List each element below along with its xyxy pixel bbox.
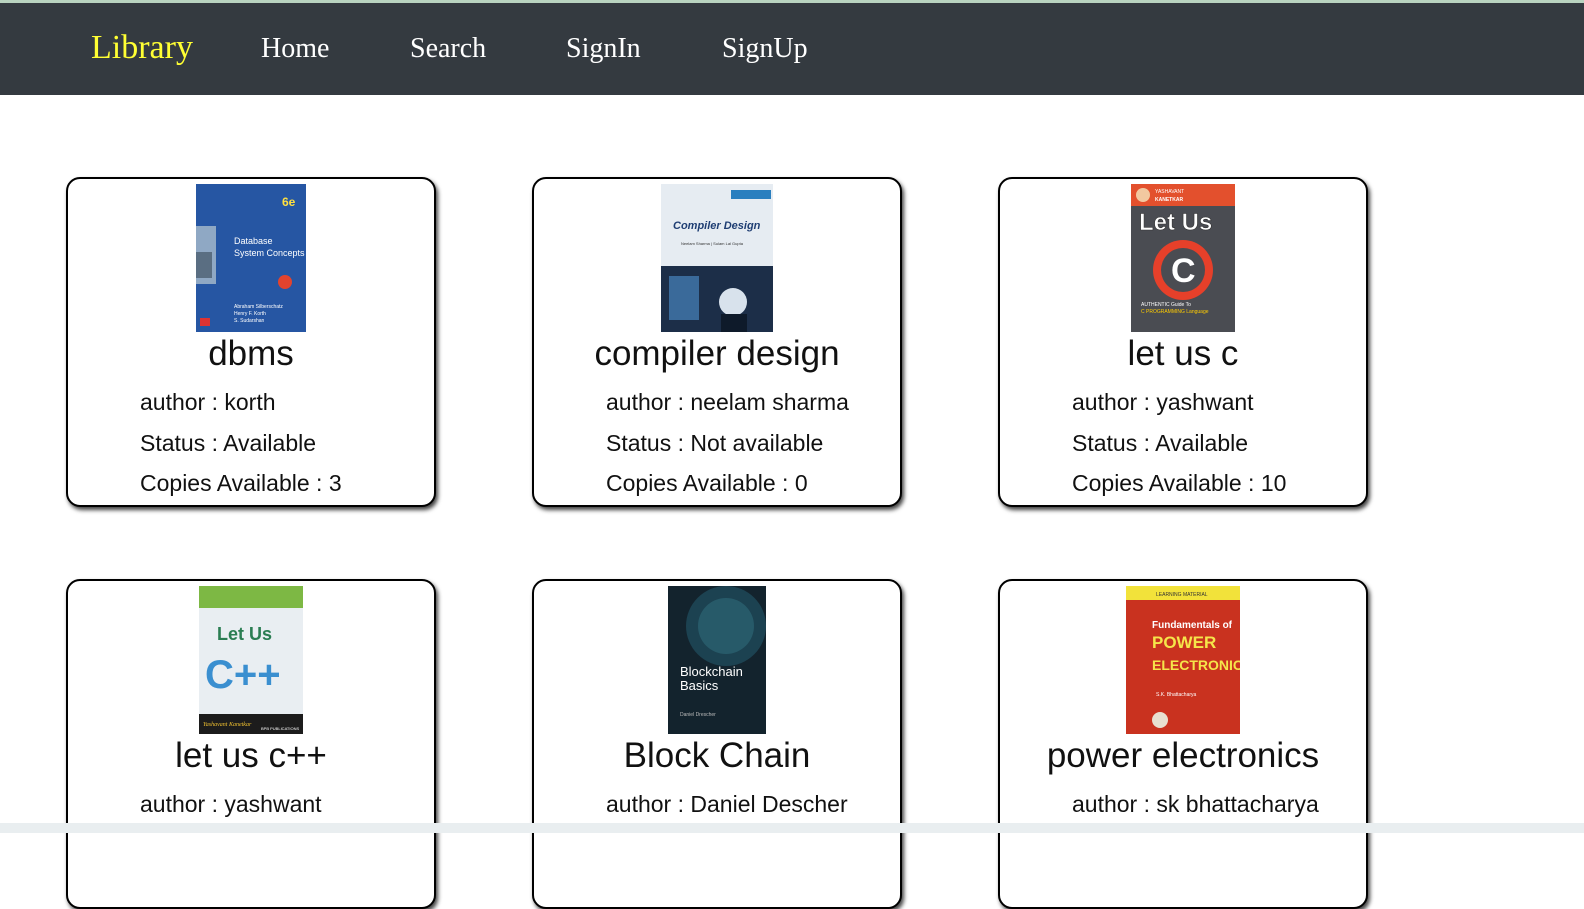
svg-text:Henry F. Korth: Henry F. Korth <box>234 311 266 317</box>
book-title: let us c <box>1127 334 1239 373</box>
svg-text:Daniel Drescher: Daniel Drescher <box>680 712 716 718</box>
svg-text:ELECTRONICS: ELECTRONICS <box>1152 657 1240 673</box>
book-copies: Copies Available : 0 <box>606 470 808 496</box>
nav-signup-link[interactable]: SignUp <box>722 33 808 65</box>
svg-text:Let Us: Let Us <box>1139 209 1212 236</box>
book-title: power electronics <box>1046 736 1320 775</box>
book-cover-let-us-c: YASHAVANT KANETKAR Let Us C AUTHENTIC Gu… <box>1131 184 1235 332</box>
nav-signin-link[interactable]: SignIn <box>566 33 641 65</box>
book-card-let-us-cpp[interactable]: Let Us C++ Yashavant Kanetkar BPB PUBLIC… <box>66 579 436 909</box>
svg-text:Compiler Design: Compiler Design <box>673 220 761 232</box>
brand-link[interactable]: Library <box>91 29 193 67</box>
book-author: author : Daniel Descher <box>606 791 848 817</box>
svg-text:Neelam Sharma | Sulam Lal Gupt: Neelam Sharma | Sulam Lal Gupta <box>681 241 744 246</box>
horizontal-scrollbar[interactable] <box>0 823 1584 833</box>
book-cover-dbms: 6e Database System Concepts Abraham Silb… <box>196 184 306 332</box>
book-cover-compiler-design: Compiler Design Neelam Sharma | Sulam La… <box>661 184 773 332</box>
svg-text:System Concepts: System Concepts <box>234 248 305 258</box>
svg-text:KANETKAR: KANETKAR <box>1155 197 1183 203</box>
book-card-compiler-design[interactable]: Compiler Design Neelam Sharma | Sulam La… <box>532 177 902 507</box>
svg-text:BPB PUBLICATIONS: BPB PUBLICATIONS <box>261 726 299 731</box>
svg-text:Basics: Basics <box>680 678 719 693</box>
book-card-dbms[interactable]: 6e Database System Concepts Abraham Silb… <box>66 177 436 507</box>
book-cover-power-electronics: LEARNING MATERIAL Fundamentals of POWER … <box>1126 586 1240 734</box>
book-author: author : yashwant <box>1072 389 1254 415</box>
svg-text:S. Sudarshan: S. Sudarshan <box>234 318 265 324</box>
svg-text:C: C <box>1171 252 1196 290</box>
svg-text:YASHAVANT: YASHAVANT <box>1155 189 1184 195</box>
svg-text:LEARNING MATERIAL: LEARNING MATERIAL <box>1156 592 1208 598</box>
book-author: author : sk bhattacharya <box>1072 791 1319 817</box>
svg-text:C++: C++ <box>205 653 281 697</box>
svg-text:Let Us: Let Us <box>217 624 272 644</box>
nav-home-link[interactable]: Home <box>261 33 329 65</box>
svg-text:6e: 6e <box>282 195 296 209</box>
svg-text:Abraham Silberschatz: Abraham Silberschatz <box>234 304 283 310</box>
svg-text:Fundamentals of: Fundamentals of <box>1152 620 1233 631</box>
book-title: dbms <box>208 334 294 373</box>
book-title: let us c++ <box>175 736 327 775</box>
svg-text:C PROGRAMMING Language: C PROGRAMMING Language <box>1141 309 1209 315</box>
book-copies: Copies Available : 3 <box>140 470 342 496</box>
svg-text:POWER: POWER <box>1152 633 1216 652</box>
book-status: Status : Available <box>1072 430 1249 456</box>
book-title: compiler design <box>594 334 840 373</box>
book-copies: Copies Available : 10 <box>1072 470 1287 496</box>
book-cover-let-us-cpp: Let Us C++ Yashavant Kanetkar BPB PUBLIC… <box>199 586 303 734</box>
book-title: Block Chain <box>623 736 811 775</box>
book-card-let-us-c[interactable]: YASHAVANT KANETKAR Let Us C AUTHENTIC Gu… <box>998 177 1368 507</box>
svg-text:Blockchain: Blockchain <box>680 664 743 679</box>
book-author: author : yashwant <box>140 791 322 817</box>
book-author: author : neelam sharma <box>606 389 849 415</box>
book-status: Status : Not available <box>606 430 824 456</box>
book-status: Status : Available <box>140 430 317 456</box>
svg-text:S.K. Bhattacharya: S.K. Bhattacharya <box>1156 692 1197 698</box>
navbar: Library Home Search SignIn SignUp <box>0 3 1584 95</box>
book-card-block-chain[interactable]: Blockchain Basics Daniel Drescher Block … <box>532 579 902 909</box>
book-card-power-electronics[interactable]: LEARNING MATERIAL Fundamentals of POWER … <box>998 579 1368 909</box>
nav-search-link[interactable]: Search <box>410 33 486 65</box>
svg-text:AUTHENTIC Guide To: AUTHENTIC Guide To <box>1141 302 1191 308</box>
book-cover-block-chain: Blockchain Basics Daniel Drescher <box>668 586 766 734</box>
svg-text:Yashavant Kanetkar: Yashavant Kanetkar <box>203 722 252 728</box>
svg-text:Database: Database <box>234 236 273 246</box>
book-author: author : korth <box>140 389 276 415</box>
